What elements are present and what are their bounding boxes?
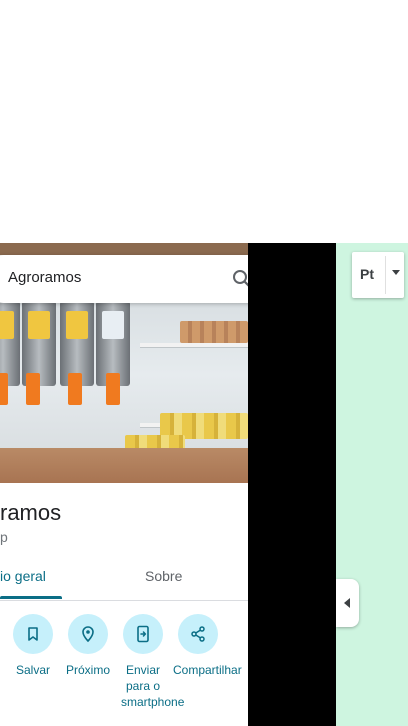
save-button[interactable]: Salvar — [5, 614, 61, 678]
tab-selected-indicator — [0, 596, 62, 599]
tab-about[interactable]: Sobre — [145, 568, 182, 584]
place-category: p — [0, 529, 8, 545]
place-tabs: io geral Sobre — [0, 560, 248, 601]
share-button[interactable]: Compartilhar — [170, 614, 242, 678]
collapse-panel-button[interactable] — [336, 579, 359, 627]
chevron-left-icon — [344, 598, 350, 608]
search-input[interactable]: Agroramos — [8, 269, 81, 286]
send-to-phone-button[interactable]: Enviar para o smartphone — [115, 614, 185, 710]
send-to-phone-icon — [137, 625, 149, 643]
save-label: Salvar — [15, 663, 50, 677]
nearby-label: Próximo — [65, 663, 110, 677]
share-label: Compartilhar — [173, 663, 242, 677]
tab-overview[interactable]: io geral — [0, 568, 46, 584]
map-layer-button[interactable]: Pt — [352, 252, 404, 298]
nearby-icon — [82, 626, 94, 643]
chevron-down-icon[interactable] — [392, 270, 400, 275]
map-canvas[interactable] — [336, 243, 408, 726]
share-icon — [191, 626, 205, 642]
map-gap — [248, 243, 336, 726]
send-to-phone-label: Enviar para o smartphone — [121, 663, 185, 709]
nearby-button[interactable]: Próximo — [60, 614, 116, 678]
blank-area — [0, 0, 408, 243]
layer-button-label: Pt — [360, 266, 374, 282]
place-title: ramos — [0, 500, 62, 525]
place-panel: ramos p io geral Sobre Salvar Próximo En… — [0, 243, 248, 726]
bookmark-icon — [28, 627, 38, 641]
